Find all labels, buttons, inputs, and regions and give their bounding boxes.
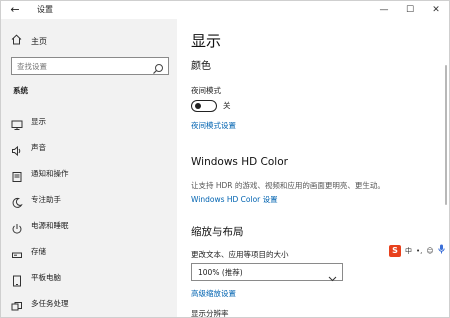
speaker-icon — [11, 142, 23, 157]
section-title: 系统 — [13, 86, 28, 95]
multitask-icon — [11, 298, 23, 311]
sidebar-item-tablet[interactable]: 平板电脑 — [1, 268, 177, 288]
night-light-toggle[interactable] — [191, 100, 217, 112]
search-input[interactable]: 查找设置 — [11, 57, 169, 75]
close-button[interactable]: ✕ — [423, 1, 449, 19]
main-content: 显示 颜色 夜间模式 关 夜间模式设置 Windows HD Color 让支持… — [177, 19, 449, 318]
hdr-heading: Windows HD Color — [191, 156, 288, 168]
sidebar: 主页 查找设置 系统 显示 声音 通知和操作 专注助手 电源和睡眠 存储 平板电… — [1, 19, 177, 317]
sidebar-item-label: 声音 — [31, 143, 46, 152]
scrollbar[interactable] — [445, 65, 447, 205]
storage-icon — [11, 246, 23, 258]
advanced-scaling-link[interactable]: 高级缩放设置 — [191, 289, 236, 299]
settings-window: ← 设置 — ☐ ✕ 主页 查找设置 系统 显示 声音 通知和操作 专注助手 电… — [0, 0, 450, 318]
monitor-icon — [11, 116, 23, 130]
sidebar-item-power[interactable]: 电源和睡眠 — [1, 216, 177, 236]
resolution-label: 显示分辨率 — [191, 309, 229, 318]
night-light-label: 夜间模式 — [191, 86, 221, 95]
sidebar-item-sound[interactable]: 声音 — [1, 138, 177, 158]
sidebar-item-label: 多任务处理 — [31, 299, 69, 308]
night-light-settings-link[interactable]: 夜间模式设置 — [191, 121, 236, 131]
ime-punctuation-toggle[interactable]: •, — [416, 245, 422, 257]
sidebar-item-label: 专注助手 — [31, 195, 61, 204]
moon-icon — [11, 194, 23, 208]
night-light-state: 关 — [223, 101, 231, 110]
minimize-button[interactable]: — — [371, 1, 397, 19]
page-title: 显示 — [191, 32, 222, 50]
hdr-settings-link[interactable]: Windows HD Color 设置 — [191, 195, 278, 205]
color-heading: 颜色 — [191, 61, 211, 72]
mic-icon[interactable] — [437, 244, 445, 258]
sidebar-item-multitasking[interactable]: 多任务处理 — [1, 294, 177, 314]
search-icon — [152, 60, 164, 74]
ime-language-toggle[interactable]: 中 — [405, 245, 412, 257]
hdr-description: 让支持 HDR 的游戏、视频和应用的画面更明亮、更生动。 — [191, 181, 385, 190]
sidebar-item-label: 通知和操作 — [31, 169, 69, 178]
home-icon — [11, 34, 23, 48]
sidebar-item-notifications[interactable]: 通知和操作 — [1, 164, 177, 184]
ime-logo[interactable]: S — [389, 245, 401, 257]
sidebar-item-label: 存储 — [31, 247, 46, 256]
scale-dropdown[interactable]: 100% (推荐) — [191, 263, 343, 282]
chevron-down-icon — [328, 268, 337, 282]
scale-heading: 缩放与布局 — [191, 226, 244, 238]
tablet-icon — [11, 272, 23, 287]
power-icon — [11, 220, 23, 234]
toggle-knob — [195, 103, 201, 109]
size-label: 更改文本、应用等项目的大小 — [191, 250, 289, 259]
home-label: 主页 — [31, 36, 47, 46]
sidebar-item-label: 显示 — [31, 117, 46, 126]
sidebar-home[interactable]: 主页 — [11, 33, 47, 49]
notification-icon — [11, 168, 23, 182]
sidebar-item-label: 电源和睡眠 — [31, 221, 69, 230]
sidebar-item-focus-assist[interactable]: 专注助手 — [1, 190, 177, 210]
search-placeholder: 查找设置 — [17, 62, 47, 71]
window-title: 设置 — [37, 5, 53, 14]
scale-dropdown-value: 100% (推荐) — [198, 268, 243, 277]
ime-toolbar: S 中 •, ☺ — [389, 244, 449, 258]
sidebar-item-storage[interactable]: 存储 — [1, 242, 177, 262]
maximize-button[interactable]: ☐ — [397, 1, 423, 19]
sidebar-item-label: 平板电脑 — [31, 273, 61, 282]
back-button[interactable]: ← — [7, 2, 23, 18]
sidebar-item-display[interactable]: 显示 — [1, 112, 177, 132]
emoji-icon[interactable]: ☺ — [426, 245, 433, 257]
title-bar: ← 设置 — ☐ ✕ — [1, 1, 449, 19]
